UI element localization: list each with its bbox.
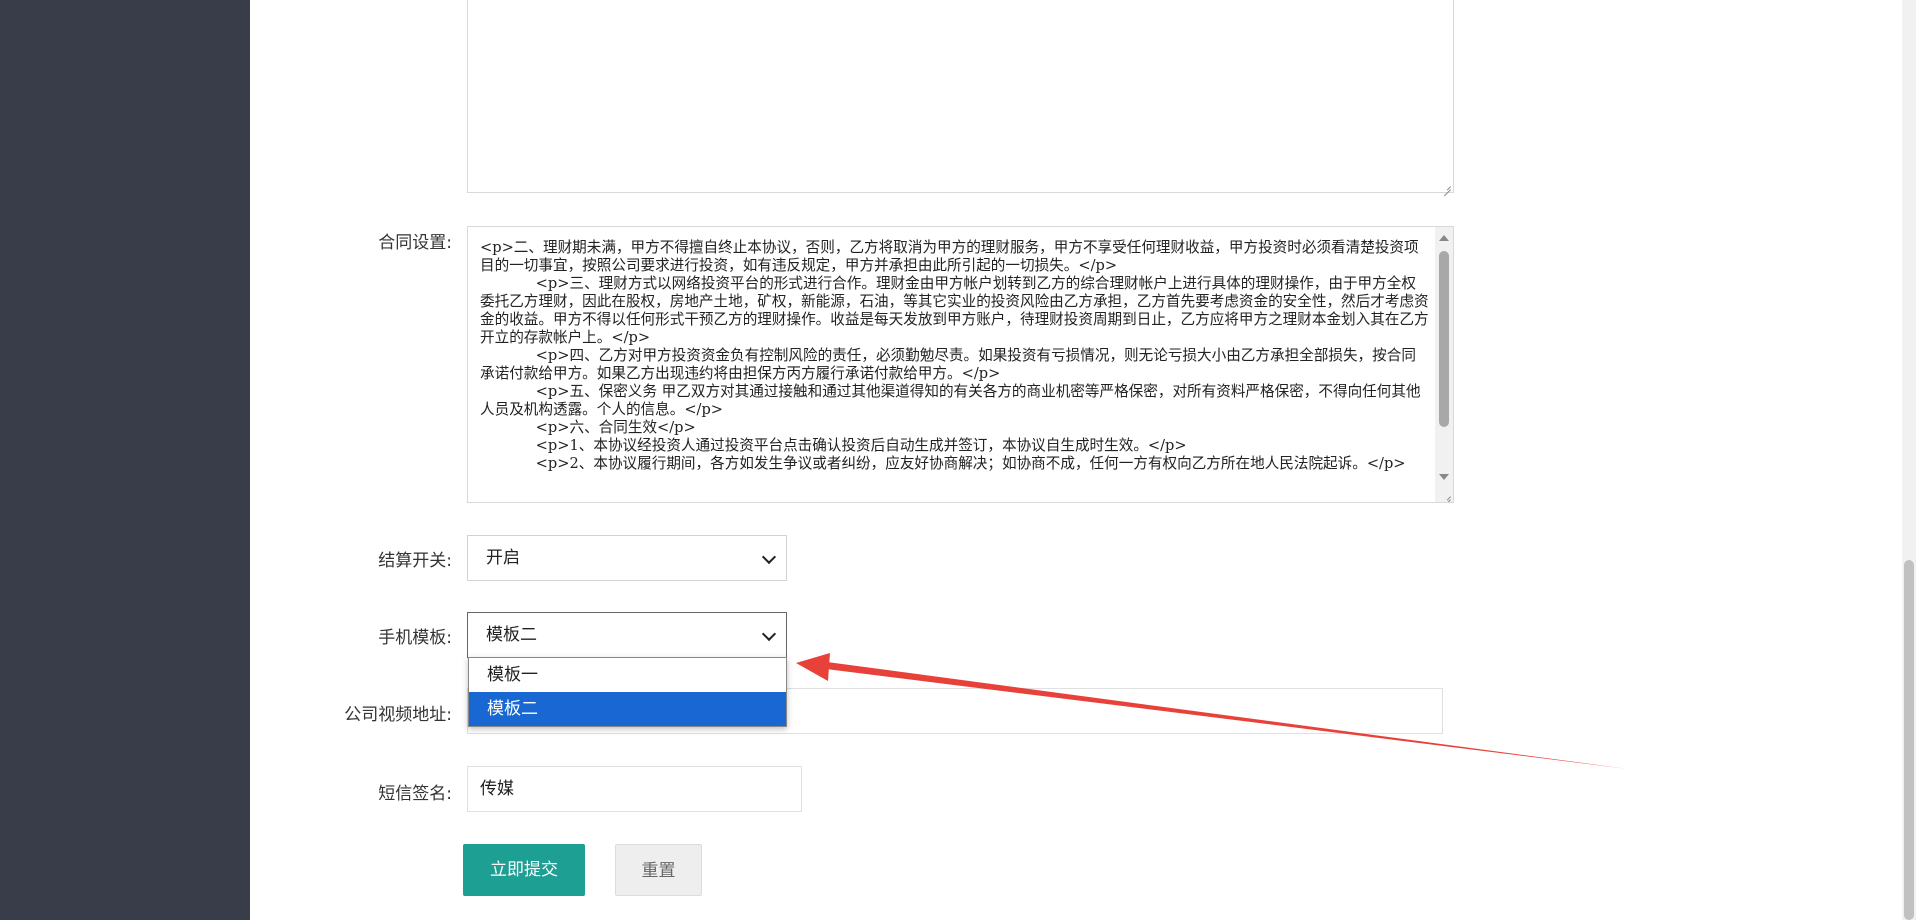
contract-scrollbar[interactable] xyxy=(1435,227,1453,502)
reset-button[interactable]: 重置 xyxy=(615,844,702,896)
settlement-switch-select[interactable]: 开启 xyxy=(467,535,787,581)
chevron-down-icon xyxy=(761,549,777,565)
mobile-template-label: 手机模板: xyxy=(378,628,452,648)
company-video-label: 公司视频地址: xyxy=(344,705,452,725)
page-scroll-thumb[interactable] xyxy=(1904,560,1914,920)
resize-handle-icon[interactable] xyxy=(1441,180,1451,190)
arrow-head xyxy=(796,653,830,681)
scroll-down-icon[interactable] xyxy=(1439,474,1449,480)
mobile-template-value: 模板二 xyxy=(486,625,537,645)
mobile-template-select[interactable]: 模板二 xyxy=(467,612,787,658)
contract-settings-label: 合同设置: xyxy=(378,233,452,253)
resize-handle-icon[interactable] xyxy=(1441,490,1451,500)
contract-settings-textarea[interactable]: <p>二、理财期未满，甲方不得擅自终止本协议，否则，乙方将取消为甲方的理财服务，… xyxy=(467,226,1454,503)
chevron-down-icon xyxy=(761,626,777,642)
page-scrollbar[interactable] xyxy=(1902,0,1916,920)
submit-button[interactable]: 立即提交 xyxy=(463,844,585,896)
sidebar xyxy=(0,0,250,920)
settlement-switch-value: 开启 xyxy=(486,548,520,568)
scroll-thumb[interactable] xyxy=(1439,251,1449,427)
sms-signature-input[interactable]: 传媒 xyxy=(467,766,802,812)
upper-textarea[interactable] xyxy=(467,0,1454,193)
scroll-up-icon[interactable] xyxy=(1439,235,1449,241)
settlement-switch-label: 结算开关: xyxy=(378,551,452,571)
dropdown-option[interactable]: 模板一 xyxy=(469,658,786,692)
sms-signature-label: 短信签名: xyxy=(378,784,452,804)
contract-settings-text: <p>二、理财期未满，甲方不得擅自终止本协议，否则，乙方将取消为甲方的理财服务，… xyxy=(480,239,1429,472)
dropdown-option-selected[interactable]: 模板二 xyxy=(469,692,786,726)
mobile-template-dropdown: 模板一 模板二 xyxy=(468,657,787,727)
